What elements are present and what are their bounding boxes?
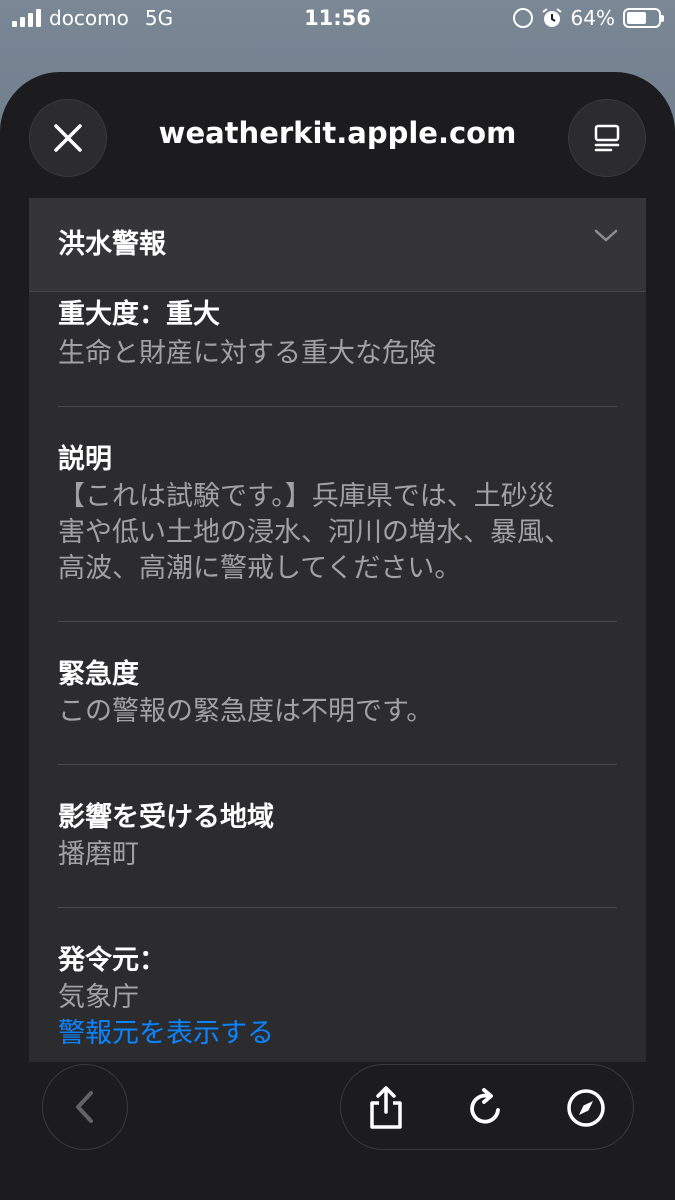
description-value-line: 高波、高潮に警戒してください。: [58, 553, 462, 584]
source-section: 発令元： 気象庁 警報元を表示する: [29, 908, 646, 1052]
description-value-line: 【これは試験です。】兵庫県では、土砂災: [58, 481, 555, 512]
severity-section: 重大度：重大 生命と財産に対する重大な危険: [29, 292, 646, 372]
area-value: 播磨町: [58, 839, 139, 870]
description-section: 説明 【これは試験です。】兵庫県では、土砂災 害や低い土地の浸水、河川の増水、暴…: [29, 407, 646, 587]
urgency-section: 緊急度 この警報の緊急度は不明です。: [29, 622, 646, 730]
alert-header[interactable]: 洪水警報: [29, 198, 646, 292]
alarm-icon: [541, 8, 562, 27]
description-label: 説明: [58, 444, 112, 475]
alert-content[interactable]: 洪水警報 重大度：重大 生命と財産に対する重大な危険 説明 【これは試験です。】…: [29, 198, 646, 1062]
share-button[interactable]: [361, 1083, 411, 1133]
reload-icon: [470, 1088, 500, 1124]
severity-label: 重大度：重大: [58, 299, 220, 330]
web-sheet: weatherkit.apple.com 洪水警報 重大度：重大 生命と財産に対…: [0, 72, 675, 1200]
alert-title: 洪水警報: [58, 229, 166, 260]
source-label: 発令元：: [58, 945, 166, 976]
severity-value: 生命と財産に対する重大な危険: [58, 338, 436, 369]
toolbar-group: [340, 1064, 634, 1150]
urgency-value: この警報の緊急度は不明です。: [58, 696, 434, 727]
source-value: 気象庁: [58, 982, 139, 1013]
area-section: 影響を受ける地域 播磨町: [29, 765, 646, 873]
share-icon: [370, 1086, 402, 1129]
reader-mode-icon: [594, 124, 620, 152]
compass-icon: [567, 1089, 605, 1127]
status-right: 64%: [512, 6, 664, 30]
view-source-link[interactable]: 警報元を表示する: [58, 1016, 617, 1052]
rotation-lock-icon: [512, 8, 533, 28]
chevron-down-icon: [594, 229, 618, 242]
back-button[interactable]: [42, 1064, 128, 1150]
battery-icon: [623, 8, 664, 28]
reader-mode-button[interactable]: [568, 99, 646, 177]
urgency-label: 緊急度: [58, 659, 139, 690]
battery-percent: 64%: [570, 6, 615, 30]
reload-button[interactable]: [461, 1083, 511, 1133]
description-value-line: 害や低い土地の浸水、河川の増水、暴風、: [58, 517, 571, 548]
back-icon: [76, 1091, 93, 1123]
compass-button[interactable]: [561, 1083, 611, 1133]
area-label: 影響を受ける地域: [58, 802, 274, 833]
status-bar: docomo 5G 11:56 64%: [0, 0, 675, 40]
battery-fill: [627, 12, 647, 24]
